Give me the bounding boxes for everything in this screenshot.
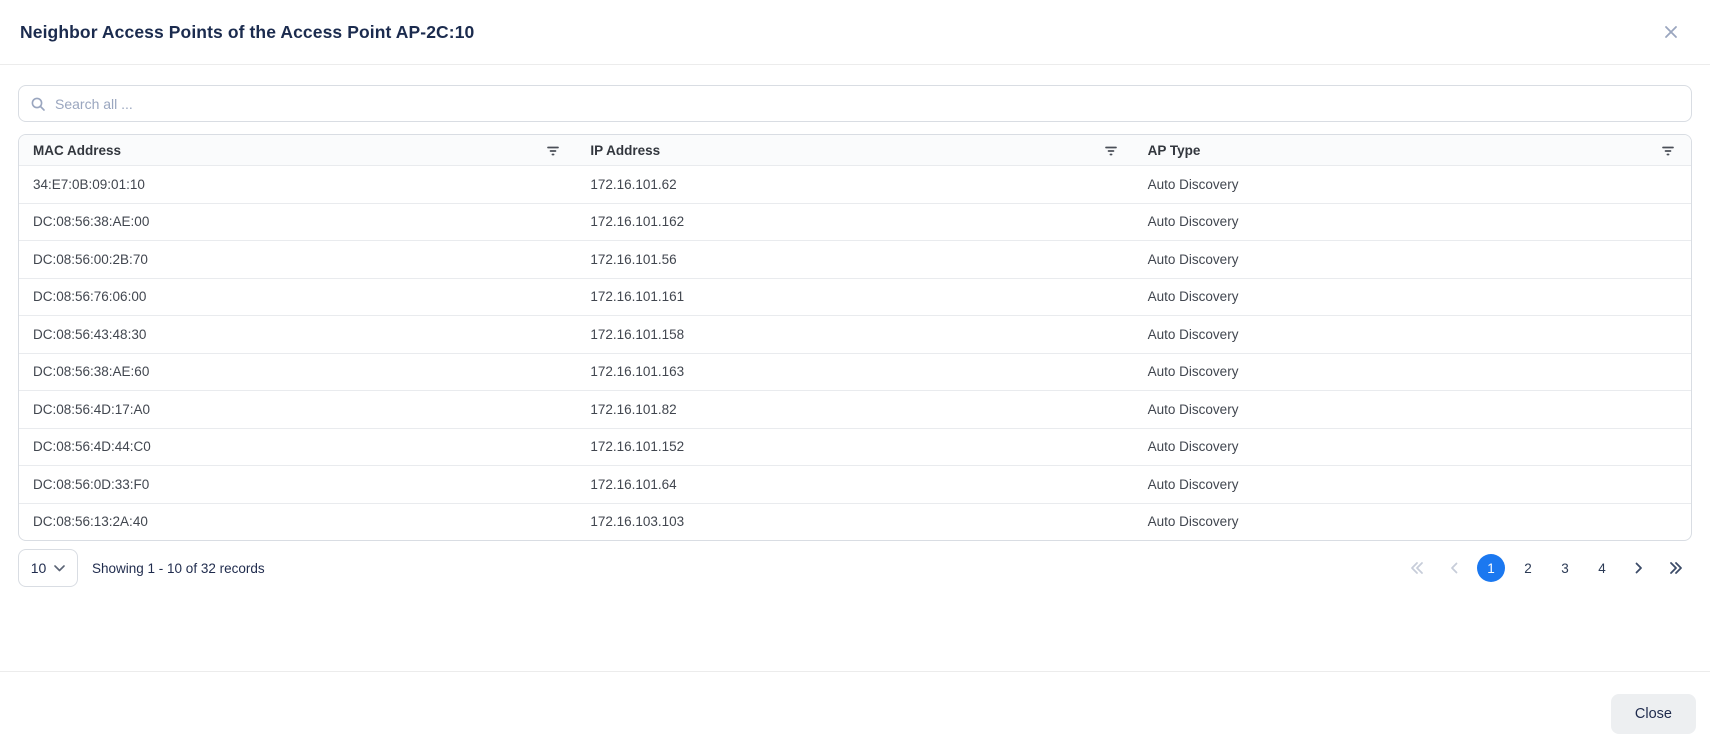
table-row: DC:08:56:43:48:30 172.16.101.158 Auto Di… bbox=[19, 315, 1691, 353]
page-button-3[interactable]: 3 bbox=[1551, 554, 1579, 582]
cell-mac: DC:08:56:4D:17:A0 bbox=[19, 391, 576, 428]
filter-icon[interactable] bbox=[1659, 142, 1677, 159]
cell-ap-type: Auto Discovery bbox=[1134, 354, 1691, 391]
cell-mac: DC:08:56:4D:44:C0 bbox=[19, 429, 576, 466]
cell-ap-type: Auto Discovery bbox=[1134, 504, 1691, 541]
table-row: DC:08:56:38:AE:00 172.16.101.162 Auto Di… bbox=[19, 203, 1691, 241]
column-label: IP Address bbox=[590, 143, 660, 158]
cell-ap-type: Auto Discovery bbox=[1134, 166, 1691, 203]
table-row: DC:08:56:4D:17:A0 172.16.101.82 Auto Dis… bbox=[19, 390, 1691, 428]
cell-ip: 172.16.103.103 bbox=[576, 504, 1133, 541]
cell-mac: DC:08:56:38:AE:00 bbox=[19, 204, 576, 241]
page-button-1[interactable]: 1 bbox=[1477, 554, 1505, 582]
page-button-4[interactable]: 4 bbox=[1588, 554, 1616, 582]
column-header-ip-address[interactable]: IP Address bbox=[576, 135, 1133, 165]
cell-ap-type: Auto Discovery bbox=[1134, 429, 1691, 466]
search-icon bbox=[30, 96, 46, 112]
cell-ap-type: Auto Discovery bbox=[1134, 391, 1691, 428]
cell-mac: DC:08:56:38:AE:60 bbox=[19, 354, 576, 391]
search-input[interactable] bbox=[55, 96, 1680, 112]
column-header-mac-address[interactable]: MAC Address bbox=[19, 135, 576, 165]
cell-mac: DC:08:56:13:2A:40 bbox=[19, 504, 576, 541]
page-button-2[interactable]: 2 bbox=[1514, 554, 1542, 582]
neighbor-ap-table: MAC Address IP Address AP Type bbox=[18, 134, 1692, 541]
cell-ap-type: Auto Discovery bbox=[1134, 316, 1691, 353]
page-title: Neighbor Access Points of the Access Poi… bbox=[20, 22, 474, 43]
last-page-icon[interactable] bbox=[1662, 554, 1690, 582]
next-page-icon[interactable] bbox=[1625, 554, 1653, 582]
chevron-down-icon bbox=[54, 565, 65, 572]
records-summary: Showing 1 - 10 of 32 records bbox=[92, 561, 265, 576]
cell-ip: 172.16.101.162 bbox=[576, 204, 1133, 241]
cell-ip: 172.16.101.64 bbox=[576, 466, 1133, 503]
table-row: DC:08:56:76:06:00 172.16.101.161 Auto Di… bbox=[19, 278, 1691, 316]
modal-footer: Close bbox=[0, 671, 1710, 734]
cell-ap-type: Auto Discovery bbox=[1134, 466, 1691, 503]
cell-ip: 172.16.101.56 bbox=[576, 241, 1133, 278]
filter-icon[interactable] bbox=[544, 142, 562, 159]
modal-body: MAC Address IP Address AP Type bbox=[0, 65, 1710, 659]
cell-ip: 172.16.101.82 bbox=[576, 391, 1133, 428]
pagination-bar: 10 Showing 1 - 10 of 32 records 1 2 3 4 bbox=[18, 549, 1692, 587]
pager: 1 2 3 4 bbox=[1403, 554, 1690, 582]
cell-ip: 172.16.101.163 bbox=[576, 354, 1133, 391]
cell-ip: 172.16.101.161 bbox=[576, 279, 1133, 316]
page-size-value: 10 bbox=[31, 560, 47, 576]
cell-mac: DC:08:56:0D:33:F0 bbox=[19, 466, 576, 503]
table-row: DC:08:56:0D:33:F0 172.16.101.64 Auto Dis… bbox=[19, 465, 1691, 503]
cell-ip: 172.16.101.158 bbox=[576, 316, 1133, 353]
cell-ap-type: Auto Discovery bbox=[1134, 241, 1691, 278]
cell-mac: DC:08:56:00:2B:70 bbox=[19, 241, 576, 278]
modal-header: Neighbor Access Points of the Access Poi… bbox=[0, 0, 1710, 65]
cell-mac: 34:E7:0B:09:01:10 bbox=[19, 166, 576, 203]
cell-mac: DC:08:56:43:48:30 bbox=[19, 316, 576, 353]
table-header: MAC Address IP Address AP Type bbox=[19, 135, 1691, 165]
table-row: DC:08:56:00:2B:70 172.16.101.56 Auto Dis… bbox=[19, 240, 1691, 278]
column-label: AP Type bbox=[1148, 143, 1201, 158]
neighbor-access-points-modal: Neighbor Access Points of the Access Poi… bbox=[0, 0, 1710, 734]
cell-ip: 172.16.101.152 bbox=[576, 429, 1133, 466]
filter-icon[interactable] bbox=[1102, 142, 1120, 159]
cell-ip: 172.16.101.62 bbox=[576, 166, 1133, 203]
column-header-ap-type[interactable]: AP Type bbox=[1134, 135, 1691, 165]
column-label: MAC Address bbox=[33, 143, 121, 158]
cell-mac: DC:08:56:76:06:00 bbox=[19, 279, 576, 316]
close-button[interactable]: Close bbox=[1611, 694, 1696, 734]
cell-ap-type: Auto Discovery bbox=[1134, 279, 1691, 316]
page-size-select[interactable]: 10 bbox=[18, 549, 78, 587]
prev-page-icon[interactable] bbox=[1440, 554, 1468, 582]
table-row: DC:08:56:13:2A:40 172.16.103.103 Auto Di… bbox=[19, 503, 1691, 541]
search-box bbox=[18, 85, 1692, 122]
spacer bbox=[18, 587, 1692, 659]
first-page-icon[interactable] bbox=[1403, 554, 1431, 582]
table-body: 34:E7:0B:09:01:10 172.16.101.62 Auto Dis… bbox=[19, 165, 1691, 540]
table-row: DC:08:56:38:AE:60 172.16.101.163 Auto Di… bbox=[19, 353, 1691, 391]
table-row: DC:08:56:4D:44:C0 172.16.101.152 Auto Di… bbox=[19, 428, 1691, 466]
close-icon[interactable] bbox=[1660, 21, 1682, 43]
table-row: 34:E7:0B:09:01:10 172.16.101.62 Auto Dis… bbox=[19, 165, 1691, 203]
cell-ap-type: Auto Discovery bbox=[1134, 204, 1691, 241]
